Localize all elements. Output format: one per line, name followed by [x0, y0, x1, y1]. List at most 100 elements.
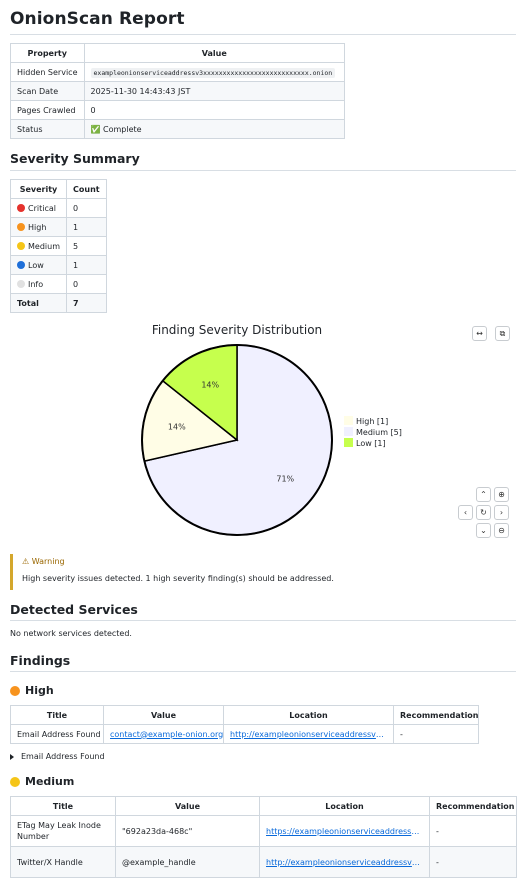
- finding-title: Email Address Found: [10, 724, 104, 744]
- table-row: Total 7: [10, 293, 107, 313]
- column-header: Title: [10, 796, 116, 816]
- divider: [10, 620, 516, 621]
- legend-label[interactable]: Medium [5]: [356, 428, 402, 437]
- high-dot-icon: [10, 685, 20, 696]
- severity-label: Critical: [10, 198, 67, 218]
- pan-left-button[interactable]: ‹: [458, 505, 473, 520]
- legend-label[interactable]: High [1]: [356, 417, 388, 426]
- pan-down-button[interactable]: ⌄: [476, 523, 491, 538]
- pie-percent-label: 14%: [168, 422, 186, 431]
- table-row: Twitter/X Handle @example_handle http://…: [10, 846, 517, 878]
- property-name: Status: [10, 119, 85, 139]
- finding-recommendation: -: [429, 815, 517, 847]
- severity-count: 1: [66, 255, 107, 275]
- column-header: Severity: [10, 179, 67, 199]
- legend-label[interactable]: Low [1]: [356, 439, 386, 448]
- table-row: Low 1: [10, 255, 107, 275]
- finding-location: http://exampleonionserviceaddressv3xxxxx…: [259, 846, 430, 878]
- finding-location: https://exampleonionserviceaddressv3xxxx…: [259, 815, 430, 847]
- column-header: Location: [259, 796, 430, 816]
- email-link[interactable]: contact@example-onion.org: [110, 730, 223, 739]
- divider: [10, 34, 516, 35]
- pan-up-button[interactable]: ⌃: [476, 487, 491, 502]
- low-dot-icon: [17, 260, 25, 269]
- legend-swatch: [344, 416, 353, 425]
- info-dot-icon: [17, 279, 25, 288]
- table-row: Info 0: [10, 274, 107, 294]
- finding-title: ETag May Leak Inode Number: [10, 815, 116, 847]
- location-link[interactable]: https://exampleonionserviceaddressv3xxxx…: [266, 827, 424, 836]
- table-row: Hidden Service exampleonionserviceaddres…: [10, 62, 345, 82]
- properties-table: Property Value Hidden Service exampleoni…: [10, 43, 345, 139]
- column-header: Recommendation: [429, 796, 517, 816]
- finding-recommendation: -: [393, 724, 479, 744]
- pan-right-button[interactable]: ›: [494, 505, 509, 520]
- table-row: Email Address Found contact@example-onio…: [10, 724, 479, 744]
- severity-count: 5: [66, 236, 107, 256]
- column-header: Count: [66, 179, 107, 199]
- divider: [10, 671, 516, 672]
- zoom-in-button[interactable]: ⊕: [494, 487, 509, 502]
- severity-label: Medium: [10, 236, 67, 256]
- medium-dot-icon: [17, 241, 25, 250]
- zoom-out-button[interactable]: ⊖: [494, 523, 509, 538]
- services-empty-text: No network services detected.: [10, 629, 132, 638]
- finding-location: http://exampleonionserviceaddressv3xxxxx…: [223, 724, 394, 744]
- property-value: 2025-11-30 14:43:43 JST: [83, 81, 345, 101]
- column-header: Value: [115, 796, 260, 816]
- severity-count: 1: [66, 217, 107, 237]
- finding-value: "692a23da-468c": [115, 815, 260, 847]
- page-title: OnionScan Report: [10, 9, 185, 29]
- medium-findings-table: Title Value Location Recommendation ETag…: [10, 796, 517, 878]
- column-header: Property: [10, 43, 85, 63]
- legend-swatch: [344, 438, 353, 447]
- findings-heading: Findings: [10, 653, 71, 668]
- property-value: exampleonionserviceaddressv3xxxxxxxxxxxx…: [83, 62, 345, 82]
- table-row: Critical 0: [10, 198, 107, 218]
- critical-dot-icon: [17, 203, 25, 212]
- disclosure-triangle-icon: [10, 753, 14, 760]
- property-name: Scan Date: [10, 81, 85, 101]
- reset-view-button[interactable]: ↻: [476, 505, 491, 520]
- severity-summary-heading: Severity Summary: [10, 151, 140, 166]
- medium-dot-icon: [10, 776, 20, 787]
- column-header: Location: [223, 705, 394, 725]
- legend-swatch: [344, 427, 353, 436]
- pie-percent-label: 71%: [276, 475, 294, 484]
- chart-title: Finding Severity Distribution: [152, 323, 322, 337]
- column-header: Value: [83, 43, 345, 63]
- column-header: Value: [103, 705, 224, 725]
- table-row: Status ✅ Complete: [10, 119, 345, 139]
- location-link[interactable]: http://exampleonionserviceaddressv3xxxxx…: [230, 730, 388, 739]
- high-dot-icon: [17, 222, 25, 231]
- detected-services-heading: Detected Services: [10, 602, 138, 617]
- location-link[interactable]: http://exampleonionserviceaddressv3xxxxx…: [266, 858, 424, 867]
- divider: [10, 170, 516, 171]
- severity-summary-table: Severity Count Critical 0 High 1 Medium …: [10, 179, 107, 313]
- property-value: 0: [83, 100, 345, 120]
- finding-value: @example_handle: [115, 846, 260, 878]
- severity-label: Low: [10, 255, 67, 275]
- severity-label: Info: [10, 274, 67, 294]
- total-label: Total: [10, 293, 67, 313]
- property-name: Pages Crawled: [10, 100, 85, 120]
- property-value: ✅ Complete: [83, 119, 345, 139]
- column-header: Recommendation: [393, 705, 479, 725]
- table-row: Pages Crawled 0: [10, 100, 345, 120]
- column-header: Title: [10, 705, 104, 725]
- copy-chart-button[interactable]: ⧉: [495, 326, 510, 341]
- severity-label: High: [10, 217, 67, 237]
- finding-value: contact@example-onion.org: [103, 724, 224, 744]
- table-row: ETag May Leak Inode Number "692a23da-468…: [10, 815, 517, 847]
- table-row: Scan Date 2025-11-30 14:43:43 JST: [10, 81, 345, 101]
- severity-count: 0: [66, 274, 107, 294]
- property-name: Hidden Service: [10, 62, 85, 82]
- table-row: High 1: [10, 217, 107, 237]
- finding-title: Twitter/X Handle: [10, 846, 116, 878]
- total-count: 7: [66, 293, 107, 313]
- finding-recommendation: -: [429, 846, 517, 878]
- warning-callout: ⚠ Warning High severity issues detected.…: [10, 554, 519, 590]
- expand-chart-button[interactable]: ↔: [472, 326, 487, 341]
- email-details-toggle[interactable]: Email Address Found: [10, 752, 105, 761]
- warning-text: High severity issues detected. 1 high se…: [22, 574, 334, 583]
